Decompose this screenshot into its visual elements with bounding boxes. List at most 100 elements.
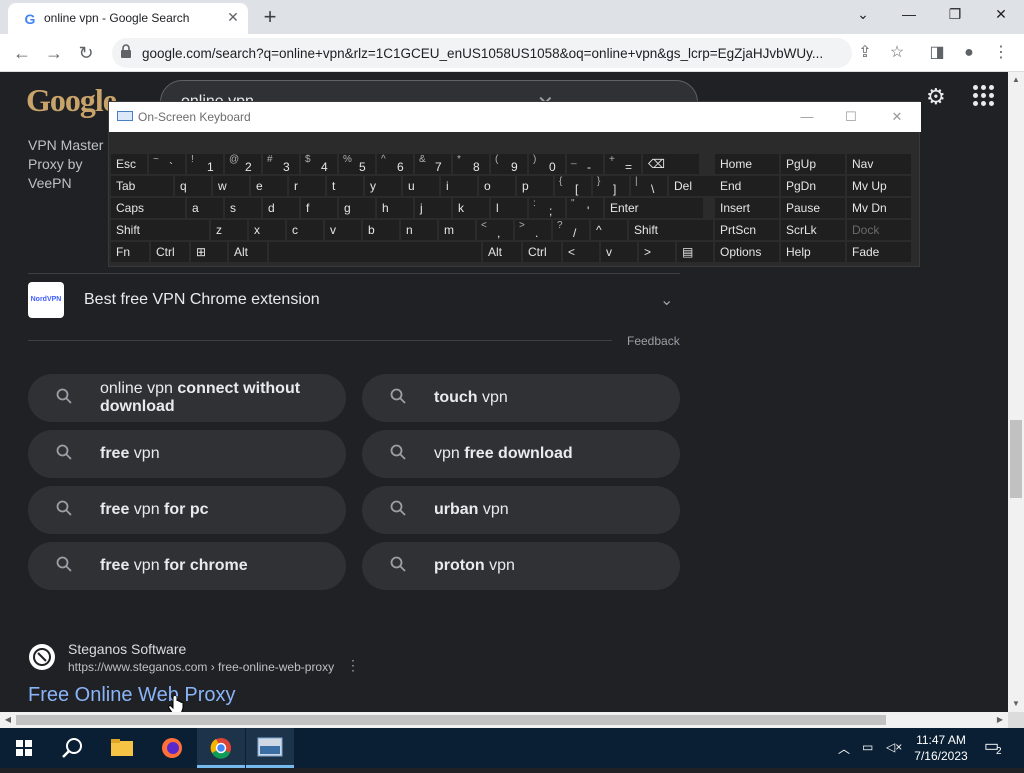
osk-key[interactable]: @2 [225, 154, 261, 174]
osk-key[interactable]: x [249, 220, 285, 240]
osk-key[interactable]: m [439, 220, 475, 240]
chevron-down-icon[interactable]: ⌄ [660, 290, 673, 310]
related-search-chip[interactable]: free vpn for pc [28, 486, 346, 534]
osk-maximize-button[interactable]: ☐ [831, 106, 871, 128]
google-apps-grid-icon[interactable] [972, 84, 996, 108]
reload-icon[interactable]: ↻ [72, 39, 100, 67]
osk-title-bar[interactable]: On-Screen Keyboard — ☐ ✕ [109, 102, 921, 132]
osk-key[interactable]: ! 1 [187, 154, 223, 174]
osk-key[interactable]: w [213, 176, 249, 196]
osk-key[interactable]: Shift [629, 220, 713, 240]
osk-key[interactable]: a [187, 198, 223, 218]
osk-key[interactable]: & 7 [415, 154, 451, 174]
osk-key[interactable]: >. [515, 220, 551, 240]
osk-key[interactable]: p [517, 176, 553, 196]
osk-key[interactable]: < [563, 242, 599, 262]
osk-key[interactable]: % 5 [339, 154, 375, 174]
taskbar-clock[interactable]: 11:47 AM 7/16/2023 [906, 732, 976, 764]
osk-key[interactable]: Caps [111, 198, 185, 218]
osk-key[interactable]: h [377, 198, 413, 218]
osk-key[interactable]: s [225, 198, 261, 218]
osk-key[interactable]: End [715, 176, 779, 196]
search-button[interactable] [48, 728, 96, 768]
osk-key[interactable]: > [639, 242, 675, 262]
chrome-button[interactable] [197, 728, 245, 768]
firefox-button[interactable] [148, 728, 196, 768]
osk-key[interactable]: c [287, 220, 323, 240]
restore-button[interactable]: ❐ [932, 0, 978, 30]
osk-key[interactable]: (9 [491, 154, 527, 174]
result-url[interactable]: https://www.steganos.com › free-online-w… [68, 660, 334, 674]
vertical-scrollbar[interactable] [1008, 72, 1024, 712]
osk-key[interactable]: g [339, 198, 375, 218]
osk-key[interactable]: b [363, 220, 399, 240]
osk-key[interactable]: ⊞ [191, 242, 227, 262]
start-button[interactable] [0, 728, 48, 768]
related-search-chip[interactable]: free vpn [28, 430, 346, 478]
osk-key[interactable]: | \ [631, 176, 667, 196]
result-site-name[interactable]: Steganos Software [68, 641, 186, 657]
osk-key[interactable]: ⌫ [643, 154, 699, 174]
scroll-right-arrow-icon[interactable]: ▶ [992, 712, 1008, 728]
feedback-link[interactable]: Feedback [627, 334, 680, 348]
osk-key[interactable]: }] [593, 176, 629, 196]
osk-key[interactable]: Fn [111, 242, 149, 262]
related-search-chip[interactable]: touch vpn [362, 374, 680, 422]
osk-key[interactable]: + = [605, 154, 641, 174]
osk-key[interactable]: <, [477, 220, 513, 240]
osk-key[interactable]: l [491, 198, 527, 218]
back-arrow-icon[interactable]: ← [8, 39, 36, 67]
osk-key[interactable]: e [251, 176, 287, 196]
bookmark-star-icon[interactable]: ☆ [884, 40, 910, 66]
horizontal-scroll-thumb[interactable] [16, 715, 886, 725]
osk-key[interactable]: n [401, 220, 437, 240]
close-window-button[interactable]: ✕ [978, 0, 1024, 30]
scroll-left-arrow-icon[interactable]: ◀ [0, 712, 16, 728]
google-doodle-logo[interactable]: Google [26, 82, 117, 119]
osk-key[interactable]: v [325, 220, 361, 240]
osk-key[interactable]: Tab [111, 176, 173, 196]
osk-key[interactable]: Enter [605, 198, 703, 218]
related-search-chip[interactable]: proton vpn [362, 542, 680, 590]
osk-key[interactable]: t [327, 176, 363, 196]
file-explorer-button[interactable] [98, 728, 146, 768]
osk-key[interactable]: PrtScn [715, 220, 779, 240]
osk-key[interactable]: f [301, 198, 337, 218]
osk-key[interactable]: Pause [781, 198, 845, 218]
osk-key[interactable]: z [211, 220, 247, 240]
osk-key[interactable]: Alt [229, 242, 267, 262]
scroll-up-arrow-icon[interactable]: ▲ [1008, 72, 1024, 88]
result-snippet-left[interactable]: VPN Master Proxy by VeePN [28, 136, 108, 193]
osk-key[interactable]: j [415, 198, 451, 218]
vertical-scroll-thumb[interactable] [1010, 420, 1022, 498]
network-icon[interactable]: ▭ [862, 740, 873, 754]
osk-key[interactable]: r [289, 176, 325, 196]
tab-search-chevron-icon[interactable]: ⌄ [840, 0, 886, 30]
osk-key[interactable]: Ctrl [523, 242, 561, 262]
osk-key[interactable]: Fade [847, 242, 911, 262]
show-hidden-icons-icon[interactable]: ︿ [838, 740, 850, 757]
osk-key[interactable]: Dock [847, 220, 911, 240]
osk-key[interactable]: ^ 6 [377, 154, 413, 174]
osk-key[interactable]: Alt [483, 242, 521, 262]
osk-key[interactable]: PgUp [781, 154, 845, 174]
result-title-link[interactable]: Free Online Web Proxy [28, 684, 236, 707]
osk-key[interactable]: #3 [263, 154, 299, 174]
osk-key[interactable] [269, 242, 481, 262]
osk-key[interactable]: ScrLk [781, 220, 845, 240]
osk-key[interactable]: $4 [301, 154, 337, 174]
profile-avatar-icon[interactable]: ● [956, 40, 982, 66]
volume-muted-icon[interactable]: ◁× [886, 740, 902, 754]
osk-key[interactable]: d [263, 198, 299, 218]
osk-key[interactable]: ▤ [677, 242, 713, 262]
osk-key[interactable]: Ctrl [151, 242, 189, 262]
related-search-chip[interactable]: urban vpn [362, 486, 680, 534]
osk-taskbar-button[interactable] [246, 728, 294, 768]
osk-key[interactable]: ~ ` [149, 154, 185, 174]
minimize-button[interactable]: — [886, 0, 932, 30]
osk-key[interactable]: PgDn [781, 176, 845, 196]
osk-key[interactable]: ^ [591, 220, 627, 240]
chrome-menu-icon[interactable]: ⋮ [988, 40, 1014, 66]
share-icon[interactable]: ⇪ [852, 40, 878, 66]
osk-key[interactable]: u [403, 176, 439, 196]
